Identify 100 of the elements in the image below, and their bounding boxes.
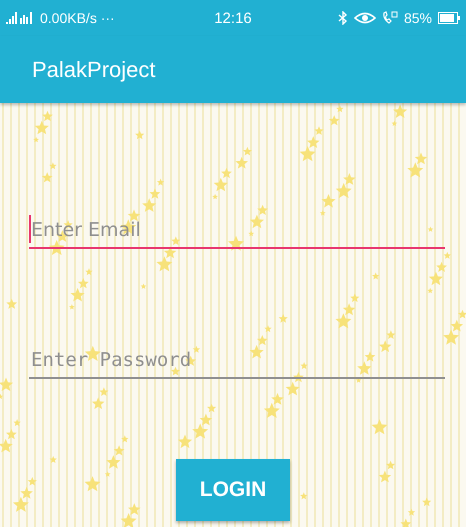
- star-shape: [221, 168, 232, 178]
- star-shape: [444, 252, 451, 259]
- star-shape: [178, 434, 192, 448]
- star-shape: [427, 288, 434, 294]
- star-shape: [214, 178, 228, 192]
- star-shape: [121, 435, 128, 442]
- network-speed: 0.00KB/s ···: [40, 10, 115, 26]
- star-shape: [356, 377, 362, 383]
- star-shape: [70, 288, 85, 302]
- star-shape: [156, 256, 172, 272]
- star-shape: [0, 438, 13, 452]
- star-shape: [207, 404, 216, 412]
- star-shape: [212, 194, 218, 200]
- star-shape: [378, 340, 392, 352]
- star-shape: [342, 303, 356, 316]
- star-shape: [300, 362, 308, 370]
- star-shape: [293, 372, 304, 382]
- star-shape: [443, 330, 460, 345]
- star-shape: [428, 226, 434, 232]
- bluetooth-icon: [338, 11, 348, 25]
- star-shape: [128, 209, 140, 222]
- star-shape: [343, 173, 356, 185]
- star-shape: [428, 272, 443, 286]
- star-shape: [20, 486, 33, 499]
- star-shape: [335, 313, 352, 328]
- star-shape: [242, 146, 252, 156]
- app-title: PalakProject: [32, 56, 156, 82]
- star-shape: [278, 314, 288, 323]
- star-shape: [436, 262, 447, 272]
- star-shape: [386, 460, 396, 470]
- star-shape: [99, 387, 108, 396]
- star-shape: [49, 162, 57, 170]
- eye-icon: [354, 12, 376, 24]
- star-shape: [104, 471, 111, 477]
- star-shape: [300, 146, 316, 162]
- star-shape: [336, 105, 344, 112]
- star-shape: [300, 492, 308, 500]
- password-field[interactable]: Enter Password: [29, 343, 445, 379]
- star-shape: [372, 272, 380, 280]
- email-field[interactable]: Enter Email: [29, 213, 445, 249]
- star-shape: [48, 240, 65, 256]
- star-shape: [128, 503, 141, 515]
- star-shape: [142, 198, 156, 212]
- star-shape: [364, 351, 376, 362]
- star-shape: [257, 204, 268, 215]
- star-shape: [170, 366, 180, 376]
- battery-percentage: 85%: [404, 10, 432, 26]
- star-shape: [150, 188, 160, 199]
- star-shape: [386, 330, 396, 339]
- star-shape: [6, 428, 17, 440]
- star-shape: [50, 456, 57, 463]
- star-shape: [264, 402, 280, 418]
- star-shape: [320, 210, 326, 216]
- star-shape: [85, 268, 93, 276]
- star-shape: [92, 397, 104, 410]
- text-cursor: [29, 215, 31, 243]
- star-shape: [12, 496, 29, 512]
- star-shape: [28, 476, 37, 486]
- star-shape: [228, 236, 244, 251]
- star-shape: [69, 304, 75, 310]
- star-shape: [140, 284, 146, 289]
- star-shape: [357, 361, 372, 375]
- star-shape: [307, 136, 320, 148]
- star-shape: [400, 518, 412, 527]
- star-shape: [0, 394, 4, 400]
- star-shape: [42, 172, 53, 182]
- star-shape: [42, 110, 53, 122]
- star-shape: [164, 246, 176, 258]
- star-shape: [106, 455, 120, 469]
- star-shape: [114, 445, 124, 456]
- star-shape: [392, 120, 398, 126]
- star-shape: [64, 220, 73, 229]
- star-shape: [264, 325, 272, 332]
- star-shape: [235, 156, 248, 169]
- star-shape: [6, 298, 18, 309]
- star-shape: [34, 120, 49, 134]
- star-shape: [414, 152, 428, 164]
- star-shape: [408, 508, 416, 516]
- star-shape: [135, 130, 144, 140]
- star-shape: [372, 419, 388, 434]
- star-shape: [84, 476, 100, 492]
- star-shape: [407, 162, 424, 178]
- login-button[interactable]: LOGIN: [176, 459, 290, 521]
- star-shape: [350, 293, 360, 302]
- star-shape: [336, 182, 352, 198]
- star-shape: [171, 236, 180, 246]
- clock-time: 12:16: [214, 10, 252, 26]
- star-shape: [156, 178, 164, 186]
- star-shape: [250, 344, 264, 358]
- star-shape: [200, 414, 212, 426]
- star-shape: [120, 513, 137, 527]
- star-shape: [286, 382, 300, 396]
- phone-icon: [382, 11, 398, 25]
- star-shape: [378, 470, 392, 482]
- star-shape: [78, 278, 89, 288]
- star-shape: [248, 230, 254, 236]
- star-shape: [328, 115, 340, 126]
- star-shape: [250, 214, 264, 228]
- star-shape: [422, 498, 432, 506]
- star-shape: [314, 126, 324, 135]
